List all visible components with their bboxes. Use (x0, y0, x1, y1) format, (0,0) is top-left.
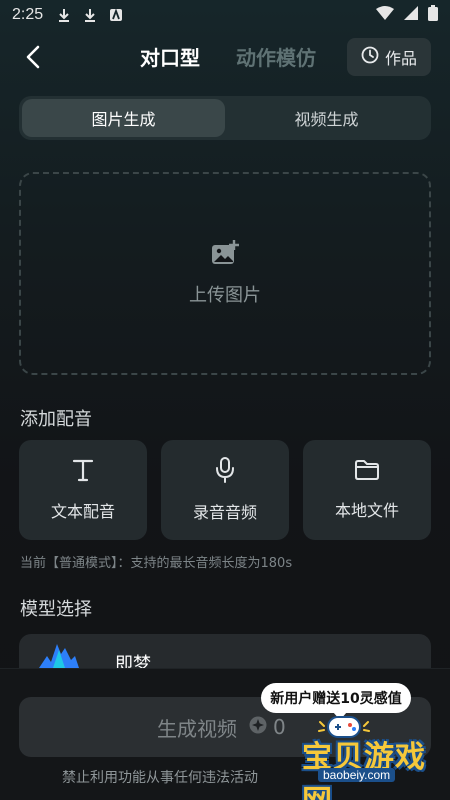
text-dubbing-label: 文本配音 (50, 502, 115, 521)
legal-notice: 禁止利用功能从事任何违法活动 (62, 770, 258, 786)
site-watermark: 宝贝游戏网 baobeiy.com (266, 712, 450, 800)
text-dubbing-button[interactable]: 文本配音 (19, 440, 147, 540)
folder-icon (354, 459, 380, 485)
text-icon (72, 458, 94, 486)
generate-video-label: 生成视频 (157, 716, 237, 741)
record-audio-button[interactable]: 录音音频 (161, 440, 289, 540)
works-button[interactable]: 作品 (347, 38, 431, 76)
status-time: 2:25 (12, 6, 44, 23)
chevron-left-icon (26, 45, 40, 69)
tab-motion-imitation[interactable]: 动作模仿 (236, 42, 316, 71)
download-icon (57, 8, 71, 22)
model-select-title: 模型选择 (20, 599, 92, 620)
header: 对口型 动作模仿 作品 (0, 30, 450, 84)
record-audio-label: 录音音频 (192, 503, 257, 522)
generation-mode-segment: 图片生成 视频生成 (19, 96, 431, 140)
works-label: 作品 (384, 49, 417, 68)
upload-image-area[interactable]: 上传图片 (19, 172, 431, 375)
add-image-icon (211, 240, 239, 271)
local-file-label: 本地文件 (334, 501, 399, 520)
clock-icon (361, 46, 379, 68)
watermark-url: baobeiy.com (318, 768, 396, 782)
add-audio-title: 添加配音 (20, 409, 92, 430)
new-user-promo-bubble[interactable]: 新用户赠送10灵感值 (261, 683, 411, 720)
signal-icon (404, 6, 418, 24)
tab-lip-sync[interactable]: 对口型 (140, 42, 200, 71)
upload-image-label: 上传图片 (189, 285, 261, 306)
inspiration-coin-icon (249, 715, 267, 739)
audio-options: 文本配音 录音音频 本地文件 (19, 440, 431, 540)
back-button[interactable] (18, 42, 48, 72)
wifi-icon (376, 6, 394, 24)
status-bar: 2:25 (0, 0, 450, 30)
watermark-text: 宝贝游戏网 (302, 740, 426, 800)
microphone-icon (214, 457, 236, 487)
audio-length-hint: 当前【普通模式】：支持的最长音频长度为180s (20, 556, 293, 571)
local-file-button[interactable]: 本地文件 (303, 440, 431, 540)
tab-video-generation[interactable]: 视频生成 (225, 99, 428, 137)
tab-image-generation[interactable]: 图片生成 (22, 99, 225, 137)
battery-icon (428, 5, 438, 25)
app-notification-icon (109, 8, 123, 22)
download-icon (83, 8, 97, 22)
